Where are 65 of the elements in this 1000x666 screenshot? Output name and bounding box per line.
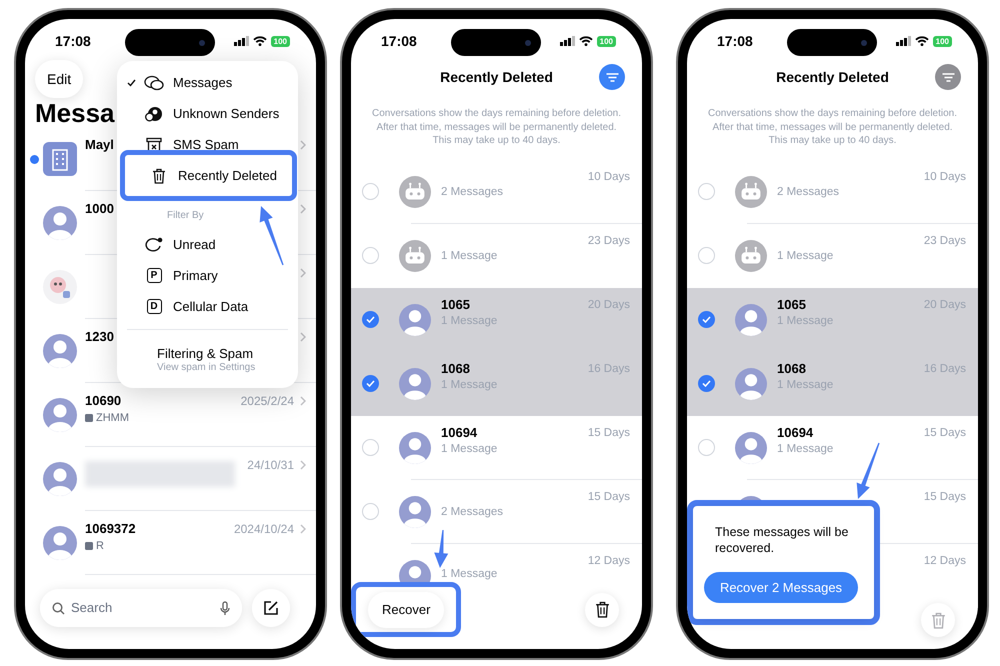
info-note: Conversations show the days remaining before deletion. After that time, messages will be permanently deleted. This may take up to 40 days. xyxy=(370,107,622,148)
menu-item-label: Unread xyxy=(173,236,216,254)
letter-badge: D xyxy=(146,299,162,314)
message-count: 2 Messages xyxy=(777,184,840,200)
days-remaining: 23 Days xyxy=(588,234,631,248)
status-time: 17:08 xyxy=(717,33,753,49)
days-remaining: 16 Days xyxy=(588,362,631,376)
info-note: Conversations show the days remaining before deletion. After that time, messages will be permanently deleted. This may take up to 40 days. xyxy=(706,107,958,148)
menu-item-label: Unknown Senders xyxy=(173,104,280,123)
menu-item-label: Messages xyxy=(173,74,232,92)
days-remaining: 16 Days xyxy=(924,362,967,376)
contact-name: 1065 xyxy=(777,296,807,312)
days-remaining: 12 Days xyxy=(924,554,967,568)
dialog-message: These messages will be recovered. xyxy=(714,524,850,556)
message-preview: ZHMM xyxy=(96,411,129,425)
message-count: 1 Message xyxy=(441,442,498,456)
contact-name: 1000 xyxy=(85,201,114,217)
contact-name: Mayl xyxy=(85,137,114,153)
menu-item-label: Recently Deleted xyxy=(178,166,277,185)
message-count: 1 Message xyxy=(441,378,498,392)
contact-name: 1068 xyxy=(777,360,807,376)
message-count: 1 Message xyxy=(777,314,834,328)
message-count: 1 Message xyxy=(441,314,498,328)
message-count: 1 Message xyxy=(777,248,834,264)
message-date: 24/10/31 xyxy=(247,457,294,474)
letter-badge: P xyxy=(146,268,162,283)
message-count: 1 Message xyxy=(441,566,498,582)
menu-item-label: Filtering & Spam xyxy=(157,346,254,362)
message-date: 2024/10/24 xyxy=(234,521,294,538)
message-date: 2025/2/24 xyxy=(240,393,294,410)
days-remaining: 15 Days xyxy=(588,490,631,504)
message-count: 1 Message xyxy=(777,378,834,392)
contact-name: 10690 xyxy=(85,393,122,409)
message-preview: R xyxy=(96,539,104,553)
menu-item-label: Primary xyxy=(173,266,218,285)
message-count: 2 Messages xyxy=(441,504,504,520)
days-remaining: 20 Days xyxy=(924,298,967,312)
contact-name: 10694 xyxy=(777,424,814,440)
days-remaining: 23 Days xyxy=(924,234,967,248)
battery-indicator: 100 xyxy=(932,36,952,46)
menu-item-label: Cellular Data xyxy=(173,298,248,316)
status-time: 17:08 xyxy=(381,33,417,49)
screen-title: Recently Deleted xyxy=(440,68,553,87)
message-count: 2 Messages xyxy=(441,184,504,200)
menu-item-subtitle: View spam in Settings xyxy=(157,362,256,374)
days-remaining: 20 Days xyxy=(588,298,631,312)
battery-indicator: 100 xyxy=(596,36,616,46)
contact-name: 10694 xyxy=(441,424,478,440)
contact-name: 1230 xyxy=(85,329,114,345)
screen-title: Recently Deleted xyxy=(776,68,889,87)
status-time: 17:08 xyxy=(55,33,91,49)
days-remaining: 10 Days xyxy=(924,170,967,184)
days-remaining: 12 Days xyxy=(588,554,631,568)
message-count: 1 Message xyxy=(777,442,834,456)
message-count: 1 Message xyxy=(441,248,498,264)
days-remaining: 15 Days xyxy=(924,490,967,504)
battery-indicator: 100 xyxy=(270,36,290,46)
days-remaining: 15 Days xyxy=(588,426,631,440)
contact-name: 1068 xyxy=(441,360,471,376)
contact-name: 1065 xyxy=(441,296,471,312)
page-title: Messa xyxy=(35,99,114,127)
days-remaining: 10 Days xyxy=(588,170,631,184)
days-remaining: 15 Days xyxy=(924,426,967,440)
section-heading: Filter By xyxy=(167,208,204,222)
contact-name: 1069372 xyxy=(85,521,136,537)
